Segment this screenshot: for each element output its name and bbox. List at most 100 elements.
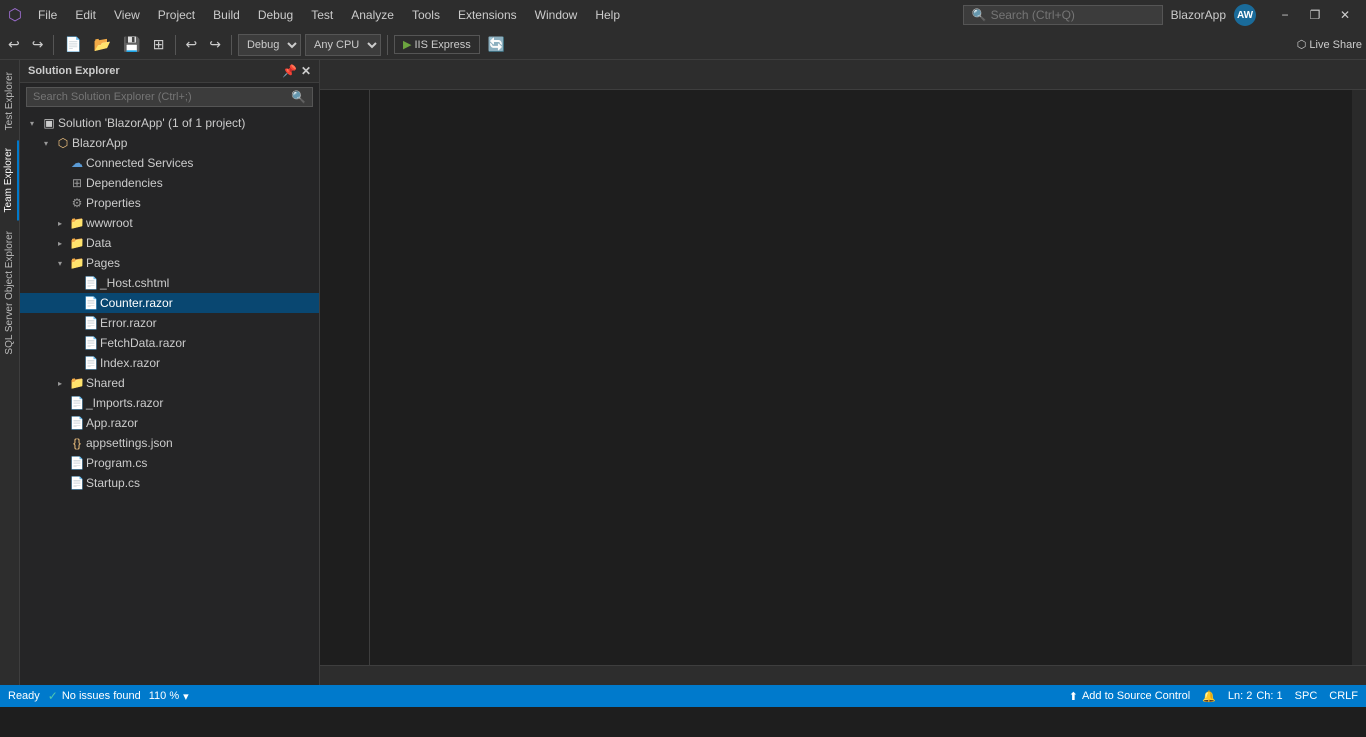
tree-item[interactable]: ▸📁Shared	[20, 373, 319, 393]
tree-item[interactable]: ⚙Properties	[20, 193, 319, 213]
tree-item-label: wwwroot	[86, 216, 319, 230]
se-search-box[interactable]: 🔍	[26, 87, 313, 107]
expand-icon[interactable]: ▸	[52, 379, 68, 388]
right-scrollbar[interactable]	[1352, 90, 1366, 665]
folder-icon: 📁	[68, 216, 86, 230]
issues-status[interactable]: ✓ No issues found	[48, 689, 141, 703]
test-explorer-tab[interactable]: Test Explorer	[1, 64, 18, 138]
minimize-button[interactable]: −	[1272, 5, 1298, 25]
menu-item-test[interactable]: Test	[303, 6, 341, 24]
main-area: Test Explorer Team Explorer SQL Server O…	[0, 60, 1366, 685]
tree-item[interactable]: ▾⬡BlazorApp	[20, 133, 319, 153]
separator2	[175, 35, 176, 55]
tree-item[interactable]: 📄FetchData.razor	[20, 333, 319, 353]
menu-item-debug[interactable]: Debug	[250, 6, 301, 24]
nav-back-button[interactable]: ↩	[4, 34, 24, 55]
platform-select[interactable]: Any CPU	[305, 34, 381, 56]
tree-item-label: BlazorApp	[72, 136, 319, 150]
menu-item-window[interactable]: Window	[527, 6, 586, 24]
save-all-button[interactable]: ⊞	[149, 34, 169, 55]
tree-item-label: _Host.cshtml	[100, 276, 319, 290]
tree-item[interactable]: 📄Counter.razor	[20, 293, 319, 313]
open-button[interactable]: 📂	[90, 34, 115, 55]
encoding-status[interactable]: SPC	[1295, 690, 1318, 702]
encoding-label: SPC	[1295, 690, 1318, 702]
live-share-label: Live Share	[1309, 39, 1362, 51]
tree-item[interactable]: 📄Error.razor	[20, 313, 319, 333]
tree-item[interactable]: ▸📁wwwroot	[20, 213, 319, 233]
global-search[interactable]: 🔍	[963, 5, 1163, 25]
menu-item-project[interactable]: Project	[150, 6, 203, 24]
tree-item[interactable]: ▾▣Solution 'BlazorApp' (1 of 1 project)	[20, 113, 319, 133]
run-button[interactable]: ▶ IIS Express	[394, 35, 480, 54]
se-title: Solution Explorer	[28, 65, 120, 77]
tree-item-label: appsettings.json	[86, 436, 319, 450]
zoom-status[interactable]: 110 % ▾	[149, 690, 189, 703]
tree-item[interactable]: ▸📁Data	[20, 233, 319, 253]
team-explorer-tab[interactable]: Team Explorer	[0, 140, 19, 220]
menu-item-edit[interactable]: Edit	[67, 6, 104, 24]
tree-item[interactable]: 📄Index.razor	[20, 353, 319, 373]
razor-icon: 📄	[68, 396, 86, 410]
menu-item-file[interactable]: File	[30, 6, 65, 24]
menu-item-view[interactable]: View	[106, 6, 148, 24]
close-button[interactable]: ✕	[1332, 5, 1358, 25]
tree-item[interactable]: 📄Program.cs	[20, 453, 319, 473]
sql-explorer-tab[interactable]: SQL Server Object Explorer	[1, 223, 18, 363]
separator4	[387, 35, 388, 55]
add-source-control[interactable]: ⬆ Add to Source Control	[1069, 690, 1190, 703]
line-ending-status[interactable]: CRLF	[1329, 690, 1358, 702]
user-avatar[interactable]: AW	[1234, 4, 1256, 26]
se-search-input[interactable]	[33, 91, 291, 103]
project-icon: ⬡	[54, 136, 72, 150]
se-search-icon: 🔍	[291, 90, 306, 104]
tree-item-label: Program.cs	[86, 456, 319, 470]
refresh-button[interactable]: 🔄	[484, 34, 509, 55]
expand-icon[interactable]: ▸	[52, 219, 68, 228]
line-numbers	[320, 90, 370, 665]
notification-bell[interactable]: 🔔	[1202, 690, 1216, 703]
tree-item[interactable]: {}appsettings.json	[20, 433, 319, 453]
solution-explorer: Solution Explorer 📌 ✕ 🔍 ▾▣Solution 'Blaz…	[20, 60, 320, 685]
tree-item-label: _Imports.razor	[86, 396, 319, 410]
expand-icon[interactable]: ▾	[24, 119, 40, 128]
tree-item-label: App.razor	[86, 416, 319, 430]
tree-item[interactable]: ☁Connected Services	[20, 153, 319, 173]
undo-button[interactable]: ↩	[182, 34, 202, 55]
live-share-button[interactable]: ⬡ Live Share	[1297, 38, 1362, 51]
maximize-button[interactable]: ❐	[1302, 5, 1328, 25]
separator	[53, 35, 54, 55]
tree-item[interactable]: 📄App.razor	[20, 413, 319, 433]
side-panel-tabs: Test Explorer Team Explorer SQL Server O…	[0, 60, 20, 685]
expand-icon[interactable]: ▸	[52, 239, 68, 248]
status-left: Ready	[8, 690, 40, 702]
expand-icon[interactable]: ▾	[52, 259, 68, 268]
redo-button[interactable]: ↪	[205, 34, 225, 55]
menu-item-analyze[interactable]: Analyze	[343, 6, 402, 24]
line-col-status[interactable]: Ln: 2 Ch: 1	[1228, 690, 1283, 702]
tree-item[interactable]: 📄_Host.cshtml	[20, 273, 319, 293]
se-close-button[interactable]: ✕	[301, 64, 311, 78]
bottom-tabs	[320, 665, 1366, 685]
connected-icon: ☁	[68, 156, 86, 170]
new-file-button[interactable]: 📄	[60, 34, 85, 55]
menu-item-extensions[interactable]: Extensions	[450, 6, 525, 24]
tree-item-label: Shared	[86, 376, 319, 390]
tree-item[interactable]: 📄_Imports.razor	[20, 393, 319, 413]
tree-item-label: Counter.razor	[100, 296, 319, 310]
tree-item-label: Index.razor	[100, 356, 319, 370]
tree-item[interactable]: ▾📁Pages	[20, 253, 319, 273]
tree-item-label: Connected Services	[86, 156, 319, 170]
search-input[interactable]	[991, 8, 1141, 22]
expand-icon[interactable]: ▾	[38, 139, 54, 148]
menu-item-tools[interactable]: Tools	[404, 6, 448, 24]
tree-item[interactable]: 📄Startup.cs	[20, 473, 319, 493]
menu-item-help[interactable]: Help	[587, 6, 628, 24]
code-area[interactable]	[370, 90, 1352, 665]
save-button[interactable]: 💾	[119, 34, 144, 55]
se-pin-button[interactable]: 📌	[282, 64, 297, 78]
tree-item[interactable]: ⊞Dependencies	[20, 173, 319, 193]
nav-forward-button[interactable]: ↪	[28, 34, 48, 55]
debug-config-select[interactable]: Debug	[238, 34, 301, 56]
menu-item-build[interactable]: Build	[205, 6, 248, 24]
